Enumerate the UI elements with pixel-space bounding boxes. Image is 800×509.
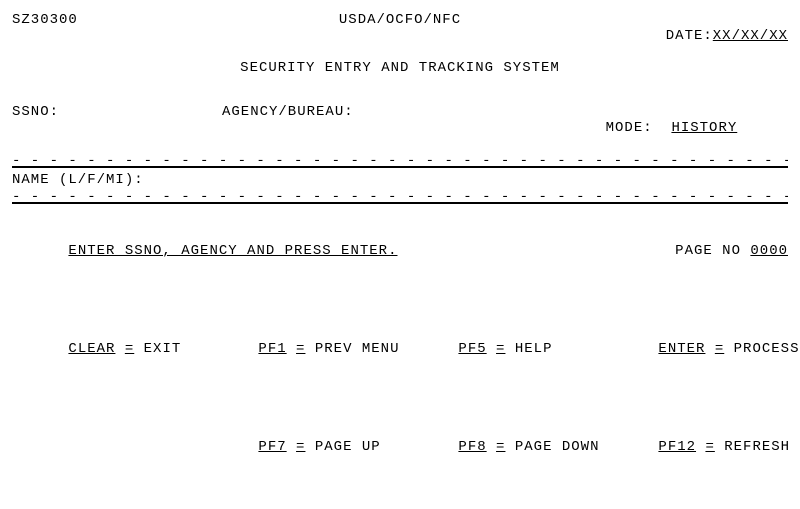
- screen-id: SZ30300: [12, 12, 192, 28]
- date-group: DATE:XX/XX/XX: [608, 12, 788, 60]
- separator-1: - - - - - - - - - - - - - - - - - - - - …: [12, 154, 788, 168]
- key-clear-action: EXIT: [144, 341, 182, 357]
- footer-keys-row-1: CLEAR = EXIT PF1 = PREV MENU PF5 = HELP …: [12, 325, 788, 373]
- footer-prompt-row: ENTER SSNO, AGENCY AND PRESS ENTER. PAGE…: [12, 227, 788, 275]
- key-pf12-label: PF12: [658, 439, 696, 455]
- prompt-text: ENTER SSNO, AGENCY AND PRESS ENTER.: [68, 243, 397, 259]
- key-clear-label: CLEAR: [68, 341, 115, 357]
- eq-text: =: [705, 439, 714, 455]
- key-pf7-action: PAGE UP: [315, 439, 381, 455]
- mode-value[interactable]: HISTORY: [671, 120, 737, 136]
- date-label: DATE:: [666, 28, 713, 44]
- key-pf7-label: PF7: [258, 439, 286, 455]
- key-pf8-action: PAGE DOWN: [515, 439, 600, 455]
- key-pf1-label: PF1: [258, 341, 286, 357]
- key-enter[interactable]: ENTER = PROCESS: [602, 325, 799, 373]
- eq-text: =: [715, 341, 724, 357]
- page-no-value: 0000: [750, 243, 788, 259]
- agency-label: AGENCY/BUREAU:: [222, 104, 568, 152]
- mode-group: MODE: HISTORY: [568, 104, 788, 152]
- key-pf5[interactable]: PF5 = HELP: [402, 325, 602, 373]
- eq-text: =: [125, 341, 134, 357]
- eq-text: =: [496, 439, 505, 455]
- blank-cell: [12, 423, 202, 439]
- fields-row: SSNO: AGENCY/BUREAU: MODE: HISTORY: [12, 104, 788, 152]
- key-enter-label: ENTER: [658, 341, 705, 357]
- mode-label: MODE:: [606, 120, 653, 136]
- ssno-label: SSNO:: [12, 104, 222, 152]
- key-pf1[interactable]: PF1 = PREV MENU: [202, 325, 402, 373]
- key-pf1-action: PREV MENU: [315, 341, 400, 357]
- eq-text: =: [296, 341, 305, 357]
- footer: ENTER SSNO, AGENCY AND PRESS ENTER. PAGE…: [12, 177, 788, 503]
- header-row-1: SZ30300 USDA/OCFO/NFC DATE:XX/XX/XX: [12, 12, 788, 60]
- key-pf12[interactable]: PF12 = REFRESH: [602, 423, 790, 471]
- key-enter-action: PROCESS: [734, 341, 800, 357]
- page-no-label: PAGE NO: [675, 243, 741, 259]
- key-pf8-label: PF8: [458, 439, 486, 455]
- key-pf8[interactable]: PF8 = PAGE DOWN: [402, 423, 602, 471]
- key-clear[interactable]: CLEAR = EXIT: [12, 325, 202, 373]
- org-label: USDA/OCFO/NFC: [192, 12, 608, 28]
- key-pf5-action: HELP: [515, 341, 553, 357]
- key-pf5-label: PF5: [458, 341, 486, 357]
- eq-text: =: [496, 341, 505, 357]
- footer-keys-row-2: PF7 = PAGE UP PF8 = PAGE DOWN PF12 = REF…: [12, 423, 788, 471]
- app-title: SECURITY ENTRY AND TRACKING SYSTEM: [12, 60, 788, 76]
- eq-text: =: [296, 439, 305, 455]
- key-pf12-action: REFRESH: [724, 439, 790, 455]
- date-value: XX/XX/XX: [713, 28, 788, 44]
- key-pf7[interactable]: PF7 = PAGE UP: [202, 423, 402, 471]
